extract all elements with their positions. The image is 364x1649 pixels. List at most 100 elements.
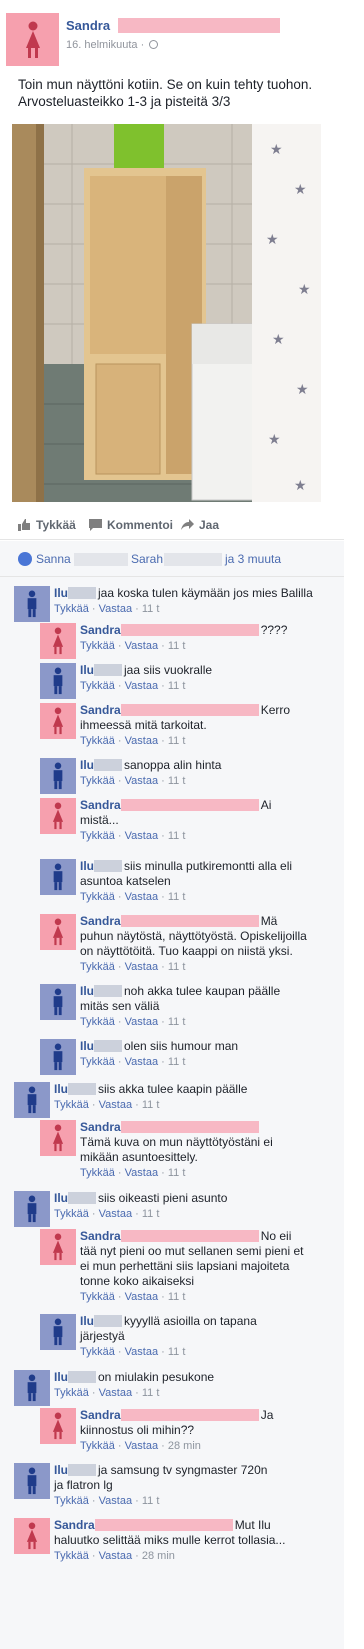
commenter-name[interactable]: Ilu (54, 1191, 68, 1205)
comment-like-link[interactable]: Tykkää (54, 603, 89, 615)
share-button[interactable]: Jaa (181, 518, 219, 532)
comment-reply-link[interactable]: Vastaa (125, 1346, 158, 1358)
comment-like-link[interactable]: Tykkää (54, 1208, 89, 1220)
commenter-avatar[interactable] (40, 1039, 76, 1075)
comment-time[interactable]: 11 t (168, 1346, 186, 1358)
comment-time[interactable]: 11 t (168, 640, 186, 652)
commenter-avatar[interactable] (40, 703, 76, 739)
liker-name[interactable]: Sarah (131, 552, 163, 566)
author-avatar[interactable] (6, 13, 59, 66)
like-button[interactable]: Tykkää (18, 518, 76, 532)
comment-reply-link[interactable]: Vastaa (125, 830, 158, 842)
commenter-avatar[interactable] (40, 663, 76, 699)
commenter-name[interactable]: Ilu (80, 984, 94, 998)
comment-like-link[interactable]: Tykkää (80, 735, 115, 747)
commenter-avatar[interactable] (14, 1191, 50, 1227)
commenter-name[interactable]: Sandra (80, 1120, 121, 1134)
comment-time[interactable]: 28 min (168, 1440, 201, 1452)
comment-time[interactable]: 11 t (168, 961, 186, 973)
comment-time[interactable]: 11 t (168, 1167, 186, 1179)
comment-reply-link[interactable]: Vastaa (125, 1291, 158, 1303)
commenter-avatar[interactable] (40, 798, 76, 834)
commenter-name[interactable]: Ilu (54, 586, 68, 600)
comment-time[interactable]: 11 t (168, 775, 186, 787)
commenter-avatar[interactable] (14, 1518, 50, 1554)
comment-reply-link[interactable]: Vastaa (99, 1387, 132, 1399)
liker-name[interactable]: Sanna (36, 552, 71, 566)
comment-reply-link[interactable]: Vastaa (99, 1550, 132, 1562)
commenter-name[interactable]: Sandra (80, 798, 121, 812)
commenter-name[interactable]: Ilu (54, 1082, 68, 1096)
commenter-avatar[interactable] (14, 1370, 50, 1406)
comment-like-link[interactable]: Tykkää (54, 1099, 89, 1111)
comment-reply-link[interactable]: Vastaa (99, 1495, 132, 1507)
commenter-avatar[interactable] (14, 586, 50, 622)
comment-like-link[interactable]: Tykkää (54, 1550, 89, 1562)
commenter-avatar[interactable] (40, 984, 76, 1020)
commenter-avatar[interactable] (40, 1408, 76, 1444)
comment-like-link[interactable]: Tykkää (80, 1440, 115, 1452)
comment-like-link[interactable]: Tykkää (80, 1056, 115, 1068)
comment-like-link[interactable]: Tykkää (80, 1167, 115, 1179)
commenter-avatar[interactable] (40, 1229, 76, 1265)
comment-like-link[interactable]: Tykkää (54, 1387, 89, 1399)
commenter-name[interactable]: Sandra (80, 1408, 121, 1422)
commenter-name[interactable]: Ilu (80, 1039, 94, 1053)
comment-like-link[interactable]: Tykkää (80, 1346, 115, 1358)
comment-like-link[interactable]: Tykkää (80, 680, 115, 692)
commenter-avatar[interactable] (40, 859, 76, 895)
likes-others-count[interactable]: ja 3 muuta (225, 552, 281, 566)
comment-reply-link[interactable]: Vastaa (125, 680, 158, 692)
commenter-name[interactable]: Ilu (54, 1370, 68, 1384)
commenter-avatar[interactable] (40, 1314, 76, 1350)
comment-time[interactable]: 11 t (168, 1056, 186, 1068)
comment-time[interactable]: 11 t (168, 680, 186, 692)
comment-reply-link[interactable]: Vastaa (125, 1167, 158, 1179)
comment-reply-link[interactable]: Vastaa (125, 1016, 158, 1028)
comment-like-link[interactable]: Tykkää (80, 775, 115, 787)
comment-like-link[interactable]: Tykkää (54, 1495, 89, 1507)
comment-reply-link[interactable]: Vastaa (125, 640, 158, 652)
comment-reply-link[interactable]: Vastaa (125, 1440, 158, 1452)
comment-reply-link[interactable]: Vastaa (125, 891, 158, 903)
comment-reply-link[interactable]: Vastaa (99, 1099, 132, 1111)
comment-reply-link[interactable]: Vastaa (125, 775, 158, 787)
comment-time[interactable]: 28 min (142, 1550, 175, 1562)
commenter-name[interactable]: Ilu (80, 859, 94, 873)
likes-summary[interactable]: Sanna Sarah ja 3 muuta (0, 541, 344, 577)
comment-time[interactable]: 11 t (142, 603, 160, 615)
commenter-avatar[interactable] (40, 758, 76, 794)
commenter-avatar[interactable] (40, 623, 76, 659)
comment-like-link[interactable]: Tykkää (80, 640, 115, 652)
comment-reply-link[interactable]: Vastaa (99, 603, 132, 615)
commenter-avatar[interactable] (40, 1120, 76, 1156)
comment-like-link[interactable]: Tykkää (80, 961, 115, 973)
commenter-name[interactable]: Sandra (80, 703, 121, 717)
commenter-avatar[interactable] (14, 1463, 50, 1499)
comment-button[interactable]: Kommentoi (89, 518, 173, 532)
commenter-name[interactable]: Sandra (80, 623, 121, 637)
comment-time[interactable]: 11 t (168, 1016, 186, 1028)
post-author-name[interactable]: Sandra (66, 18, 110, 33)
comment-time[interactable]: 11 t (168, 1291, 186, 1303)
commenter-name[interactable]: Sandra (54, 1518, 95, 1532)
comment-time[interactable]: 11 t (142, 1387, 160, 1399)
commenter-name[interactable]: Sandra (80, 1229, 121, 1243)
comment-reply-link[interactable]: Vastaa (125, 1056, 158, 1068)
comment-time[interactable]: 11 t (168, 735, 186, 747)
comment-time[interactable]: 11 t (168, 830, 186, 842)
comment-time[interactable]: 11 t (142, 1495, 160, 1507)
commenter-name[interactable]: Ilu (80, 663, 94, 677)
commenter-name[interactable]: Ilu (80, 758, 94, 772)
comment-like-link[interactable]: Tykkää (80, 1291, 115, 1303)
commenter-name[interactable]: Ilu (80, 1314, 94, 1328)
comment-reply-link[interactable]: Vastaa (125, 961, 158, 973)
commenter-name[interactable]: Sandra (80, 914, 121, 928)
commenter-avatar[interactable] (40, 914, 76, 950)
comment-reply-link[interactable]: Vastaa (99, 1208, 132, 1220)
comment-like-link[interactable]: Tykkää (80, 891, 115, 903)
commenter-name[interactable]: Ilu (54, 1463, 68, 1477)
comment-reply-link[interactable]: Vastaa (125, 735, 158, 747)
comment-time[interactable]: 11 t (142, 1099, 160, 1111)
post-photo[interactable]: ★ ★ ★ ★ ★ ★ ★ ★ (12, 124, 321, 502)
